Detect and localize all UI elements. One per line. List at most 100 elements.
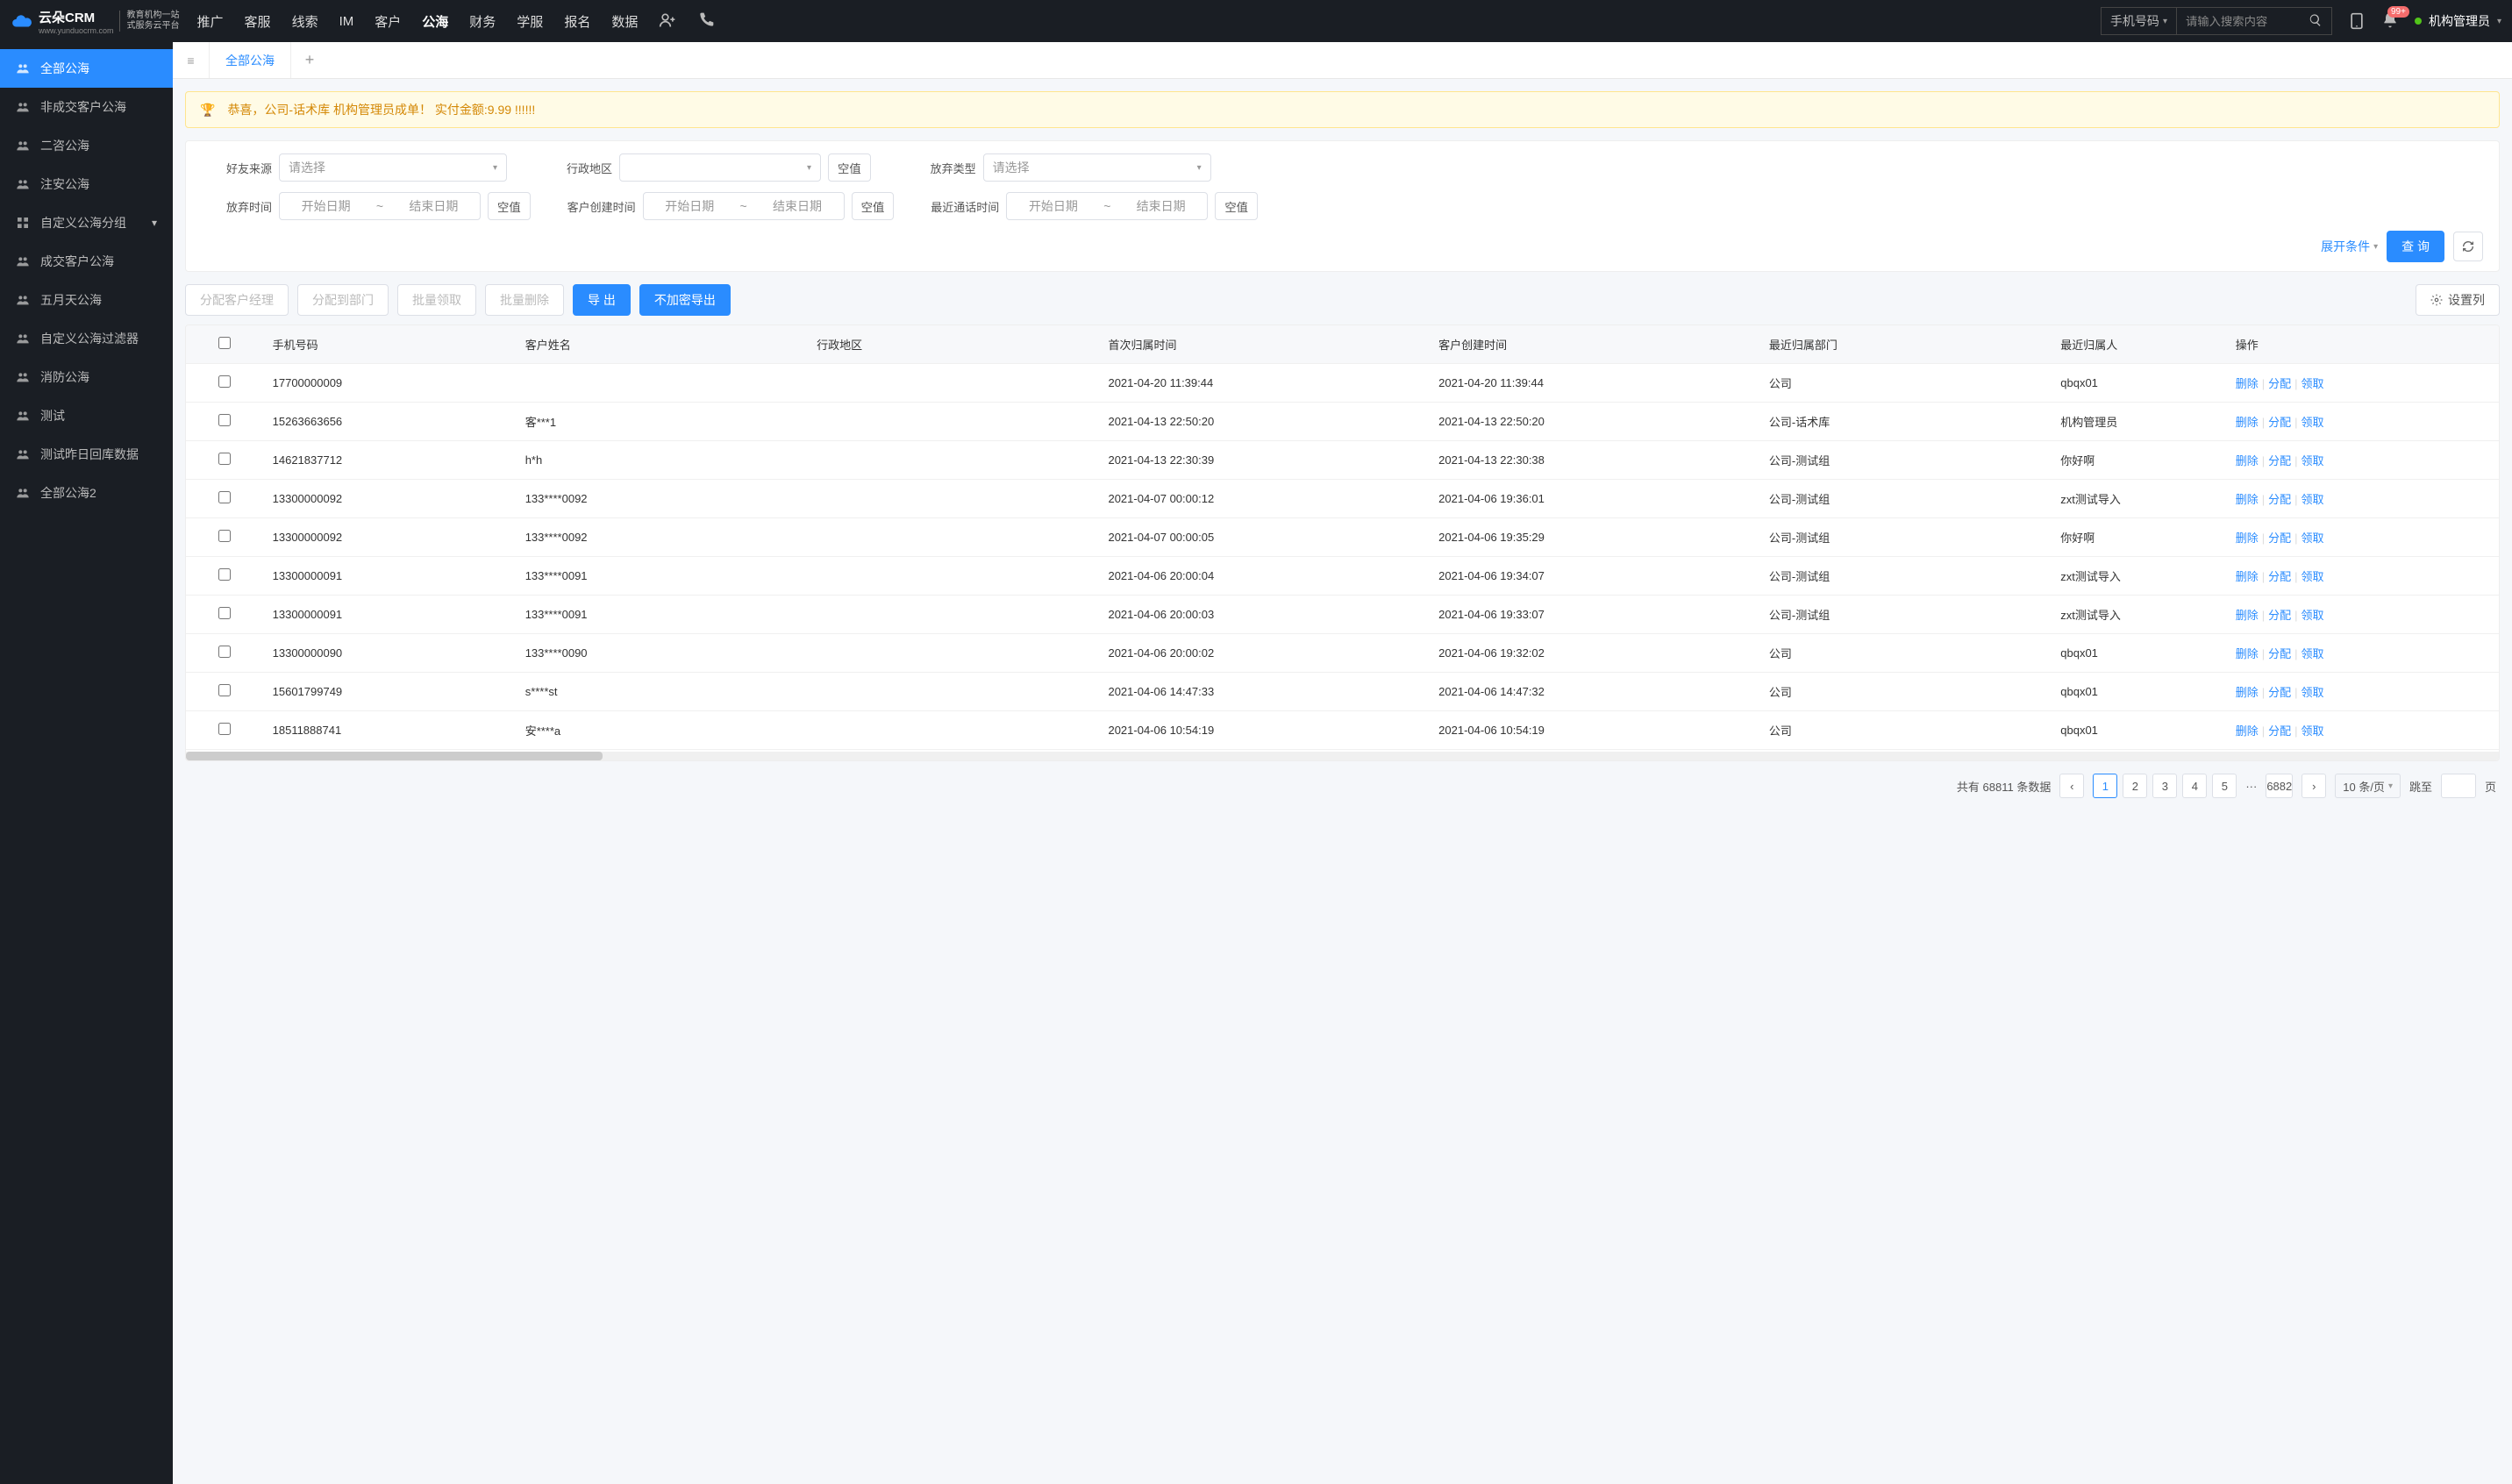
add-user-icon[interactable] — [659, 11, 676, 29]
filter-region-null[interactable]: 空值 — [828, 153, 871, 182]
filter-abandon-time-null[interactable]: 空值 — [488, 192, 531, 220]
sidebar-item[interactable]: 测试 — [0, 396, 173, 435]
row-assign-link[interactable]: 分配 — [2268, 686, 2291, 699]
logo[interactable]: 云朵CRM www.yunduocrm.com 教育机构一站 式服务云平台 — [11, 8, 180, 35]
row-delete-link[interactable]: 删除 — [2236, 686, 2259, 699]
page-number-button[interactable]: 5 — [2212, 774, 2237, 798]
row-assign-link[interactable]: 分配 — [2268, 532, 2291, 545]
row-delete-link[interactable]: 删除 — [2236, 724, 2259, 738]
page-number-button[interactable]: 4 — [2182, 774, 2207, 798]
search-input[interactable] — [2177, 15, 2300, 28]
topmenu-item[interactable]: 数据 — [611, 12, 638, 31]
search-button[interactable] — [2300, 13, 2331, 30]
horizontal-scrollbar[interactable] — [186, 752, 2499, 760]
filter-abandon-type-select[interactable]: 请选择▾ — [983, 153, 1211, 182]
row-assign-link[interactable]: 分配 — [2268, 724, 2291, 738]
topmenu-item[interactable]: IM — [339, 14, 354, 29]
sidebar-item[interactable]: 全部公海 — [0, 49, 173, 88]
row-checkbox[interactable] — [218, 375, 231, 388]
sidebar-item[interactable]: 全部公海2 — [0, 474, 173, 512]
row-claim-link[interactable]: 领取 — [2301, 609, 2324, 622]
filter-last-call-range[interactable]: 开始日期~结束日期 — [1006, 192, 1208, 220]
row-claim-link[interactable]: 领取 — [2301, 647, 2324, 660]
row-claim-link[interactable]: 领取 — [2301, 454, 2324, 467]
row-claim-link[interactable]: 领取 — [2301, 532, 2324, 545]
row-assign-link[interactable]: 分配 — [2268, 454, 2291, 467]
page-number-button[interactable]: 1 — [2093, 774, 2117, 798]
sidebar-item[interactable]: 自定义公海分组▾ — [0, 203, 173, 242]
page-number-button[interactable]: 3 — [2152, 774, 2177, 798]
bulk-delete-button[interactable]: 批量删除 — [485, 284, 564, 316]
row-checkbox[interactable] — [218, 684, 231, 696]
notifications-button[interactable]: 99+ — [2381, 11, 2399, 32]
page-jump-input[interactable] — [2441, 774, 2476, 798]
topmenu-item[interactable]: 学服 — [517, 12, 543, 31]
row-claim-link[interactable]: 领取 — [2301, 570, 2324, 583]
query-button[interactable]: 查 询 — [2387, 231, 2444, 262]
row-assign-link[interactable]: 分配 — [2268, 647, 2291, 660]
page-next-button[interactable]: › — [2301, 774, 2326, 798]
topmenu-item[interactable]: 公海 — [422, 12, 448, 31]
sidebar-item[interactable]: 自定义公海过滤器 — [0, 319, 173, 358]
row-delete-link[interactable]: 删除 — [2236, 532, 2259, 545]
row-assign-link[interactable]: 分配 — [2268, 416, 2291, 429]
row-assign-link[interactable]: 分配 — [2268, 609, 2291, 622]
phone-icon[interactable] — [697, 11, 715, 29]
export-button[interactable]: 导 出 — [573, 284, 631, 316]
export-plain-button[interactable]: 不加密导出 — [639, 284, 731, 316]
tab-add-button[interactable]: + — [291, 51, 328, 69]
topmenu-item[interactable]: 线索 — [292, 12, 318, 31]
row-checkbox[interactable] — [218, 453, 231, 465]
expand-filters-link[interactable]: 展开条件▾ — [2321, 238, 2378, 255]
row-checkbox[interactable] — [218, 491, 231, 503]
row-delete-link[interactable]: 删除 — [2236, 609, 2259, 622]
columns-settings-button[interactable]: 设置列 — [2416, 284, 2500, 316]
row-delete-link[interactable]: 删除 — [2236, 454, 2259, 467]
page-last-button[interactable]: 6882 — [2266, 774, 2293, 798]
filter-source-select[interactable]: 请选择▾ — [279, 153, 507, 182]
assign-manager-button[interactable]: 分配客户经理 — [185, 284, 289, 316]
scrollbar-thumb[interactable] — [186, 752, 603, 760]
row-delete-link[interactable]: 删除 — [2236, 416, 2259, 429]
page-prev-button[interactable]: ‹ — [2059, 774, 2084, 798]
row-claim-link[interactable]: 领取 — [2301, 724, 2324, 738]
row-assign-link[interactable]: 分配 — [2268, 377, 2291, 390]
sidebar-item[interactable]: 五月天公海 — [0, 281, 173, 319]
row-delete-link[interactable]: 删除 — [2236, 570, 2259, 583]
row-assign-link[interactable]: 分配 — [2268, 493, 2291, 506]
filter-last-call-null[interactable]: 空值 — [1215, 192, 1258, 220]
tablet-icon[interactable] — [2348, 12, 2366, 30]
user-menu[interactable]: 机构管理员 ▾ — [2415, 12, 2501, 30]
row-checkbox[interactable] — [218, 414, 231, 426]
refresh-button[interactable] — [2453, 232, 2483, 261]
topmenu-item[interactable]: 财务 — [469, 12, 496, 31]
row-checkbox[interactable] — [218, 646, 231, 658]
sidebar-item[interactable]: 测试昨日回库数据 — [0, 435, 173, 474]
page-size-select[interactable]: 10 条/页▾ — [2335, 774, 2401, 798]
row-checkbox[interactable] — [218, 607, 231, 619]
filter-abandon-time-range[interactable]: 开始日期~结束日期 — [279, 192, 481, 220]
row-checkbox[interactable] — [218, 568, 231, 581]
row-delete-link[interactable]: 删除 — [2236, 377, 2259, 390]
select-all-checkbox[interactable] — [218, 337, 231, 349]
filter-create-time-range[interactable]: 开始日期~结束日期 — [643, 192, 845, 220]
sidebar-item[interactable]: 成交客户公海 — [0, 242, 173, 281]
row-claim-link[interactable]: 领取 — [2301, 686, 2324, 699]
page-number-button[interactable]: 2 — [2123, 774, 2147, 798]
topmenu-item[interactable]: 客户 — [375, 12, 401, 31]
filter-region-select[interactable]: ▾ — [619, 153, 821, 182]
sidebar-item[interactable]: 非成交客户公海 — [0, 88, 173, 126]
bulk-claim-button[interactable]: 批量领取 — [397, 284, 476, 316]
tab-active[interactable]: 全部公海 — [210, 42, 291, 78]
sidebar-item[interactable]: 注安公海 — [0, 165, 173, 203]
sidebar-item[interactable]: 消防公海 — [0, 358, 173, 396]
row-claim-link[interactable]: 领取 — [2301, 377, 2324, 390]
topmenu-item[interactable]: 客服 — [245, 12, 271, 31]
row-checkbox[interactable] — [218, 723, 231, 735]
row-assign-link[interactable]: 分配 — [2268, 570, 2291, 583]
row-delete-link[interactable]: 删除 — [2236, 493, 2259, 506]
row-checkbox[interactable] — [218, 530, 231, 542]
topmenu-item[interactable]: 报名 — [564, 12, 590, 31]
topmenu-item[interactable]: 推广 — [197, 12, 224, 31]
row-claim-link[interactable]: 领取 — [2301, 416, 2324, 429]
